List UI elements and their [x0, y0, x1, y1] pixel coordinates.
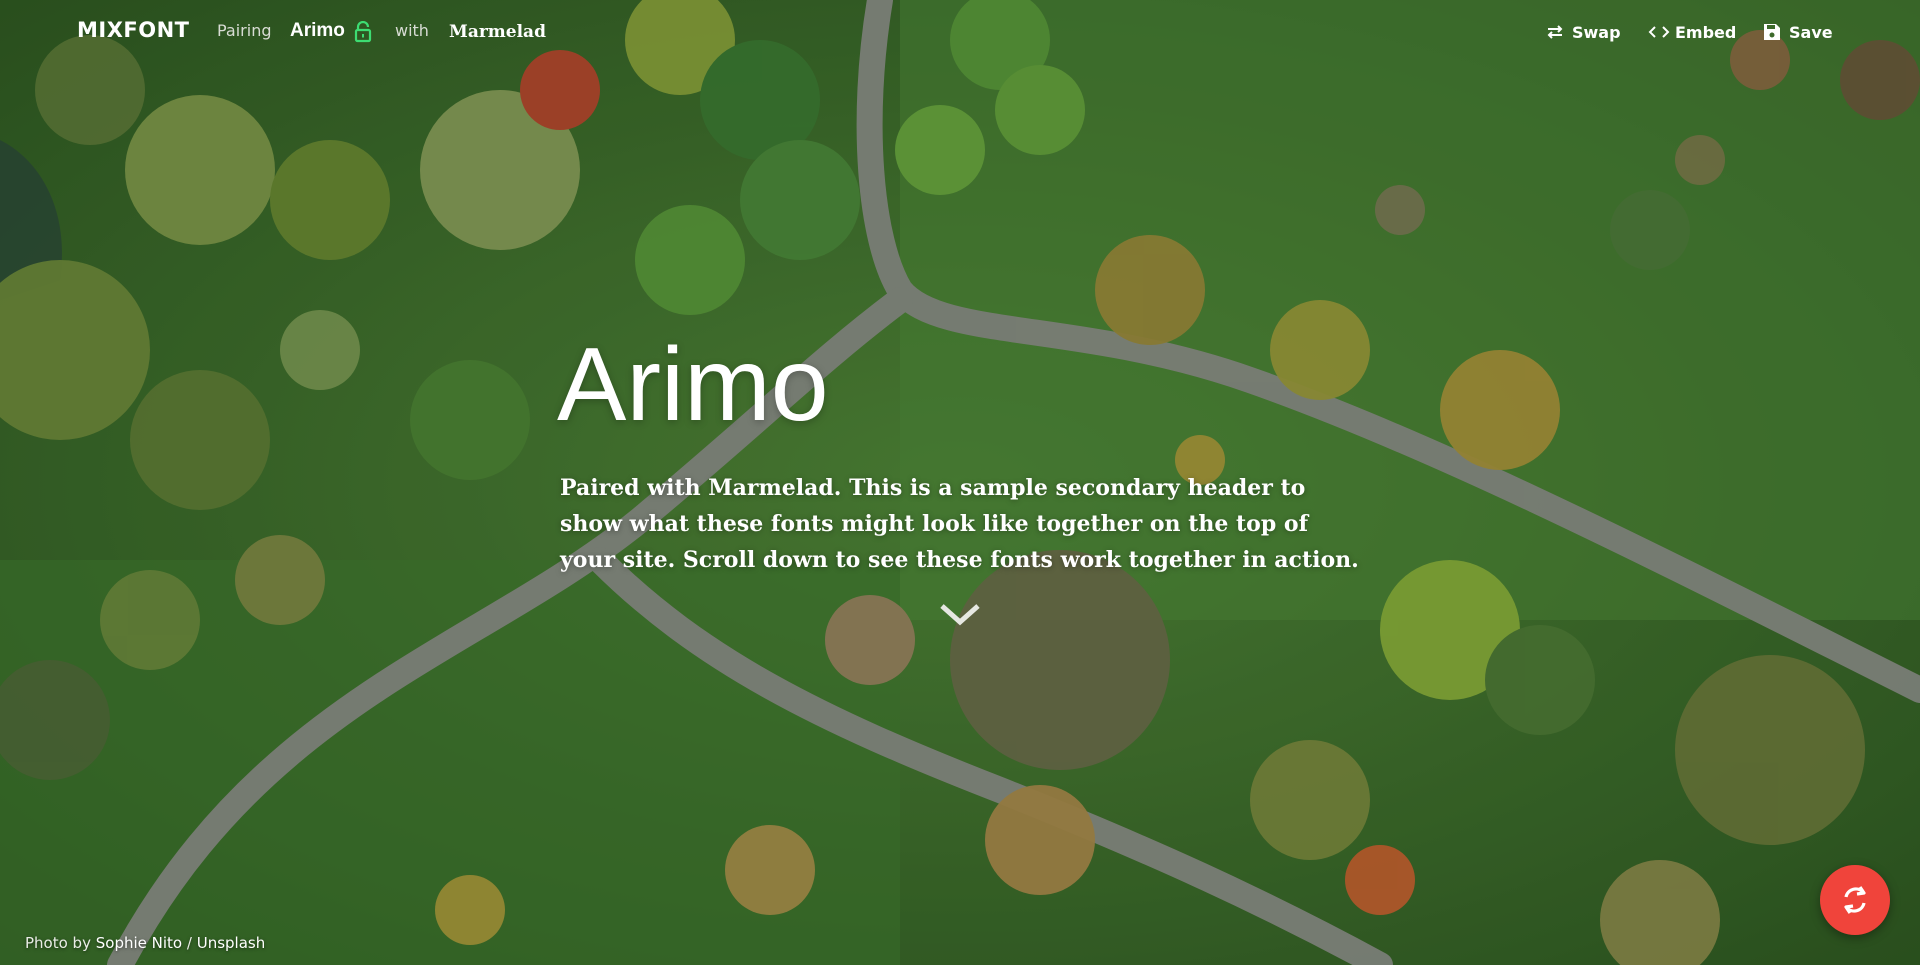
mixfont-logo[interactable]: MIXFONT [77, 18, 190, 42]
chevron-down-icon[interactable] [940, 600, 980, 630]
embed-button[interactable]: Embed [1648, 20, 1736, 44]
with-label: with [395, 21, 429, 40]
credit-source-link[interactable]: Unsplash [197, 934, 266, 952]
save-button[interactable]: Save [1762, 20, 1833, 44]
code-icon [1648, 22, 1670, 42]
swap-icon [1545, 22, 1565, 42]
secondary-font-selector[interactable]: Marmelad [449, 22, 546, 42]
save-icon [1762, 22, 1782, 42]
refresh-icon [1844, 886, 1866, 914]
credit-author-link[interactable]: Sophie Nito [96, 934, 182, 952]
lock-open-icon[interactable] [354, 20, 372, 43]
save-label: Save [1789, 22, 1833, 42]
hero-title: Arimo [557, 327, 829, 443]
top-bar: MIXFONT Pairing Arimo with Marmelad Swap [0, 0, 1920, 64]
page: MIXFONT Pairing Arimo with Marmelad Swap [0, 0, 1920, 965]
photo-credit: Photo by Sophie Nito / Unsplash [25, 934, 265, 952]
refresh-button[interactable] [1820, 865, 1890, 935]
credit-separator: / [186, 934, 192, 952]
primary-font-selector[interactable]: Arimo [290, 20, 345, 42]
hero-subtitle: Paired with Marmelad. This is a sample s… [560, 475, 1359, 573]
pairing-label: Pairing [217, 21, 272, 40]
embed-label: Embed [1675, 22, 1737, 42]
swap-button[interactable]: Swap [1545, 20, 1621, 44]
swap-label: Swap [1572, 22, 1621, 42]
credit-prefix: Photo by [25, 934, 91, 952]
